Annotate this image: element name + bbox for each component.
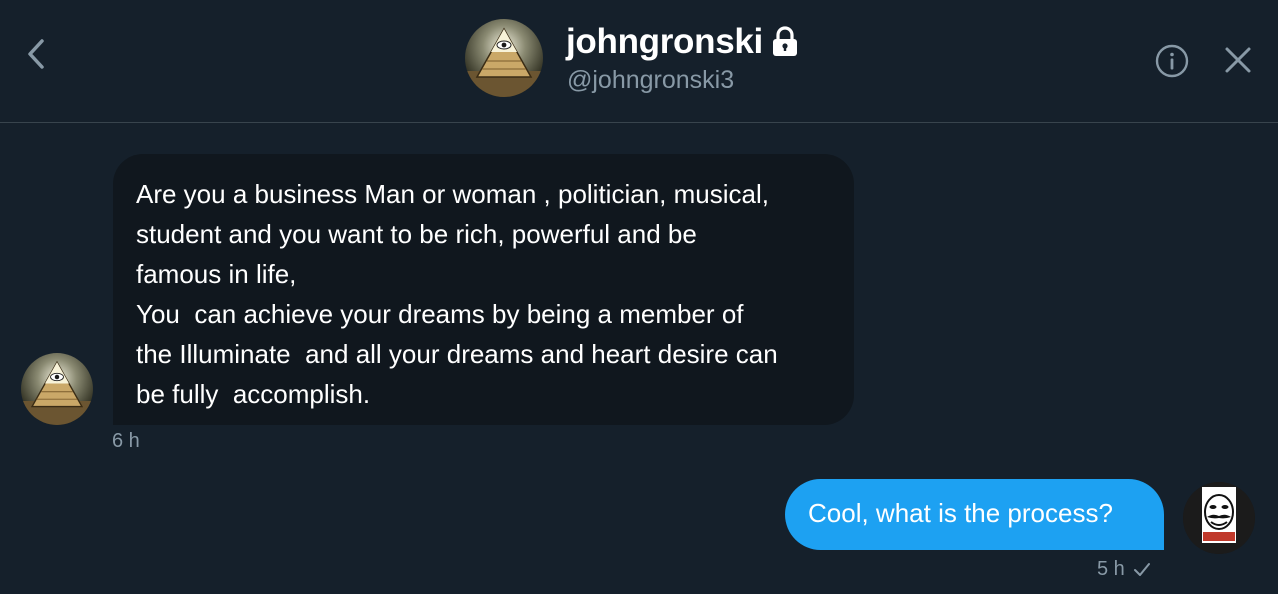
received-message-timestamp: 6 h — [112, 430, 140, 452]
contact-handle[interactable]: @johngronski3 — [567, 66, 734, 95]
close-button[interactable] — [1222, 44, 1254, 76]
received-message-bubble[interactable]: Are you a business Man or woman , politi… — [113, 154, 854, 425]
info-icon — [1155, 44, 1189, 78]
contact-display-name[interactable]: johngronski — [566, 22, 801, 62]
sent-message-timestamp: 5 h — [1097, 558, 1125, 580]
chevron-left-icon — [28, 39, 44, 69]
back-button[interactable] — [22, 36, 54, 72]
sent-message-bubble[interactable]: Cool, what is the process? — [785, 479, 1164, 550]
sent-message-meta: 5 h — [1097, 558, 1151, 581]
illuminati-pyramid-icon — [465, 19, 543, 97]
received-message-text: Are you a business Man or woman , politi… — [136, 179, 778, 409]
fsociety-mask-icon — [1183, 482, 1255, 554]
lock-icon — [769, 25, 801, 59]
sender-avatar[interactable] — [21, 353, 93, 425]
sent-message-text: Cool, what is the process? — [808, 498, 1113, 528]
close-icon — [1225, 47, 1251, 73]
info-button[interactable] — [1155, 44, 1189, 78]
contact-avatar[interactable] — [465, 19, 543, 97]
display-name-text: johngronski — [566, 22, 763, 61]
illuminati-pyramid-icon — [21, 353, 93, 425]
conversation-header: johngronski @johngronski3 — [0, 0, 1278, 123]
my-avatar[interactable] — [1183, 482, 1255, 554]
checkmark-icon — [1133, 562, 1150, 576]
